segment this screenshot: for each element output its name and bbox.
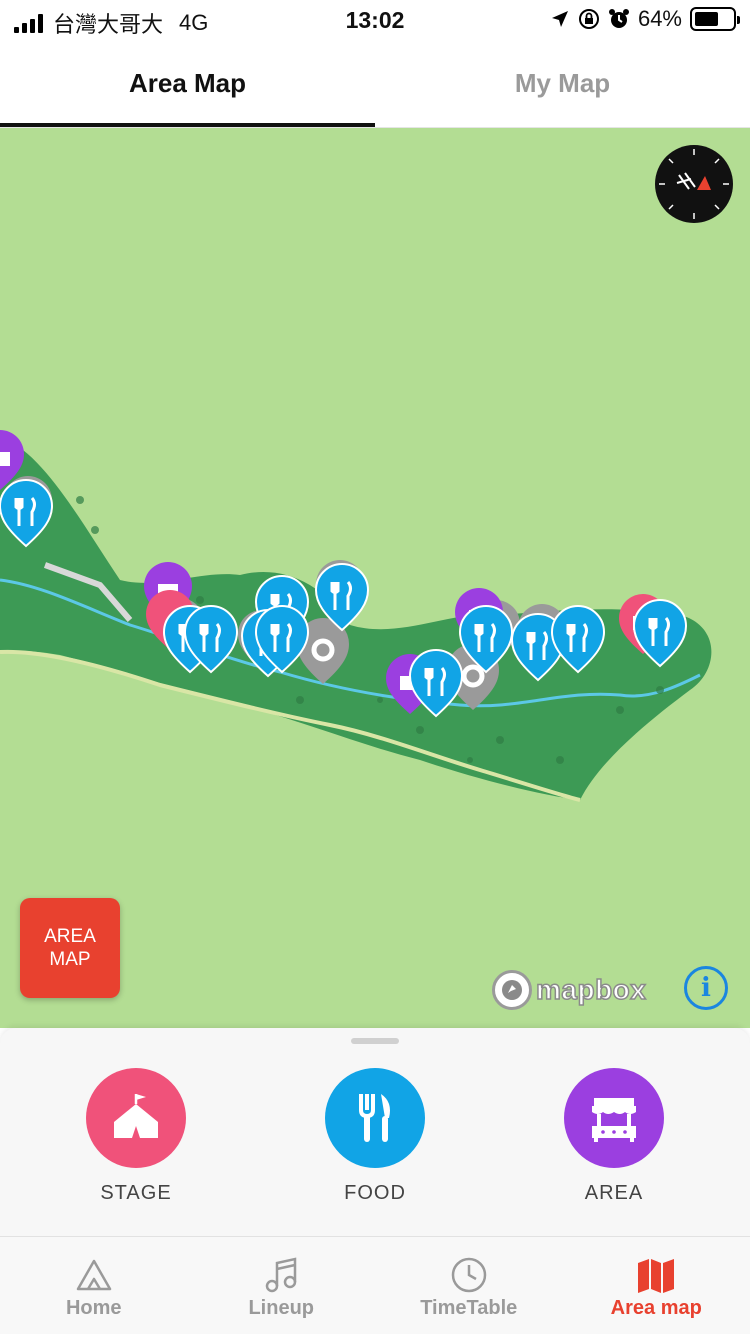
category-area-label: AREA [584,1182,644,1204]
festival-grounds [0,438,712,800]
tabbar-label-lineup: Lineup [248,1297,315,1319]
category-food-label: FOOD [344,1182,406,1204]
bottom-tab-bar: Home Lineup TimeTable Area map [0,1236,750,1334]
tab-area-map[interactable]: Area Map [0,40,375,127]
category-area[interactable]: AREA [534,1068,694,1205]
home-tent-icon [76,1259,111,1291]
tent-icon[interactable] [86,1068,186,1168]
mapbox-text: mapbox [535,973,647,1006]
tabbar-item-home[interactable]: Home [0,1237,188,1334]
mapbox-attribution[interactable]: mapbox [492,970,647,1010]
area-map-button-label: AREA MAP [44,926,96,970]
battery-percent: 64% [637,6,682,31]
battery-icon [690,7,740,31]
mapbox-logo-icon [492,970,532,1010]
tabbar-label-timetable: TimeTable [420,1297,518,1319]
category-stage[interactable]: STAGE [56,1068,216,1205]
location-arrow-icon [551,11,568,27]
tabbar-item-lineup[interactable]: Lineup [188,1237,376,1334]
info-icon[interactable]: i [684,966,728,1010]
area-map-button[interactable]: AREA MAP [20,898,120,998]
tabbar-item-timetable[interactable]: TimeTable [375,1237,563,1334]
tabbar-label-area-map: Area map [610,1297,702,1319]
tab-my-map[interactable]: My Map [375,40,750,127]
festival-site-map[interactable] [0,128,750,1028]
alarm-icon [608,9,629,28]
tabbar-item-area-map[interactable]: Area map [563,1237,750,1334]
sheet-handle[interactable] [351,1038,399,1044]
clock-icon [451,1257,486,1293]
map-tabs: Area Map My Map [0,40,750,128]
rotation-lock-icon [578,9,599,29]
status-right: 64% [550,6,740,32]
status-bar: 台灣大哥大 4G 13:02 64% [0,0,750,40]
category-food[interactable]: FOOD [295,1068,455,1205]
map-icon [638,1259,675,1293]
fork-knife-icon[interactable] [325,1068,425,1168]
battery-level [695,12,719,26]
map-view[interactable]: AREA MAP mapbox i [0,128,750,1028]
market-stall-icon[interactable] [564,1068,664,1168]
category-stage-label: STAGE [100,1182,172,1204]
category-sheet: STAGE FOOD AREA [0,1028,750,1236]
compass-icon[interactable] [655,145,733,223]
tabbar-label-home: Home [65,1297,122,1319]
music-note-icon [266,1257,297,1293]
